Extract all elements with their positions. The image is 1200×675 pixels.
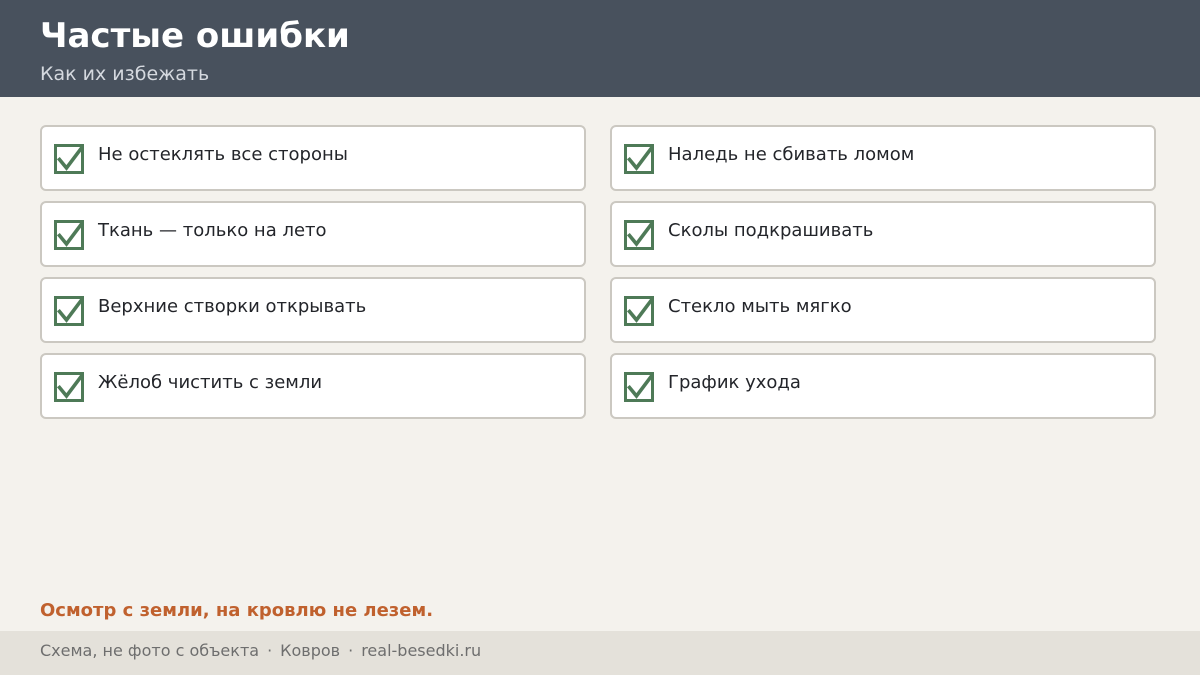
footer-caption: Схема, не фото с объекта — [40, 641, 260, 660]
footer-site: real-besedki.ru — [361, 641, 482, 660]
checked-box-icon — [624, 296, 654, 326]
checked-box-icon — [624, 372, 654, 402]
checklist-item: Жёлоб чистить с земли — [40, 353, 586, 419]
checklist-grid: Не остеклять все стороны Наледь не сбива… — [40, 125, 1156, 419]
checklist-item-label: Сколы подкрашивать — [668, 220, 874, 241]
checked-box-icon — [54, 220, 84, 250]
footer: Схема, не фото с объекта · Ковров · real-bes… — [0, 631, 1200, 675]
footer-text: Схема, не фото с объекта · Ковров · real-bes… — [40, 640, 481, 662]
footer-city: Ковров — [280, 641, 341, 660]
checklist-item: Сколы подкрашивать — [610, 201, 1156, 267]
checklist-item: Наледь не сбивать ломом — [610, 125, 1156, 191]
checklist-item: Ткань — только на лето — [40, 201, 586, 267]
header: Частые ошибки Как их избежать — [0, 0, 1200, 97]
checked-box-icon — [54, 372, 84, 402]
checklist-item: Верхние створки открывать — [40, 277, 586, 343]
checklist-item-label: Стекло мыть мягко — [668, 296, 852, 317]
checked-box-icon — [54, 296, 84, 326]
footer-separator: · — [348, 641, 354, 660]
checked-box-icon — [624, 220, 654, 250]
checklist-item-label: Наледь не сбивать ломом — [668, 144, 915, 165]
checklist-item-label: Ткань — только на лето — [98, 220, 327, 241]
checklist-item-label: Жёлоб чистить с земли — [98, 372, 323, 393]
footer-separator: · — [267, 641, 273, 660]
checked-box-icon — [624, 144, 654, 174]
checklist-item-label: Верхние створки открывать — [98, 296, 367, 317]
checklist-item-label: Не остеклять все стороны — [98, 144, 348, 165]
page-title: Частые ошибки — [40, 16, 350, 56]
checklist-item: Не остеклять все стороны — [40, 125, 586, 191]
safety-note: Осмотр с земли, на кровлю не лезем. — [40, 600, 434, 621]
checklist-item: Стекло мыть мягко — [610, 277, 1156, 343]
page-subtitle: Как их избежать — [40, 63, 210, 85]
checklist-item: График ухода — [610, 353, 1156, 419]
checked-box-icon — [54, 144, 84, 174]
checklist-item-label: График ухода — [668, 372, 801, 393]
